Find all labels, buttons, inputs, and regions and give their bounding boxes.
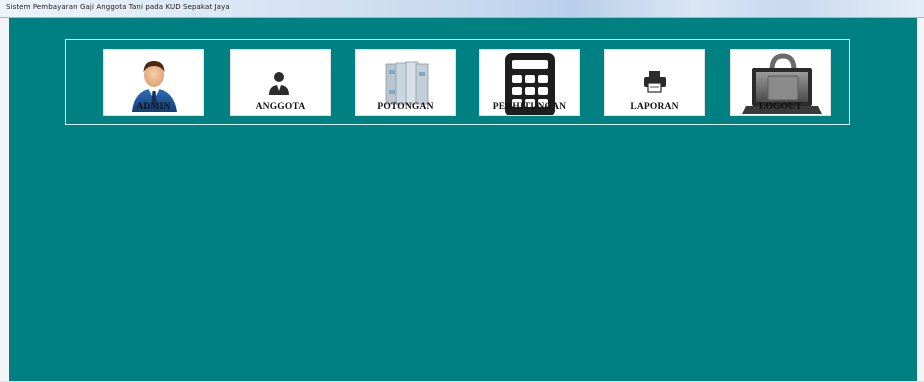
laporan-label: LAPORAN: [630, 102, 679, 112]
anggota-button[interactable]: ANGGOTA: [230, 49, 331, 116]
laporan-button[interactable]: LAPORAN: [604, 49, 705, 116]
anggota-label: ANGGOTA: [255, 102, 306, 112]
potongan-button[interactable]: POTONGAN: [355, 49, 456, 116]
logout-label: LOGOUT: [759, 102, 802, 112]
title-bar[interactable]: Sistem Pembayaran Gaji Anggota Tani pada…: [0, 0, 924, 18]
potongan-label: POTONGAN: [377, 102, 434, 112]
app-window: Sistem Pembayaran Gaji Anggota Tani pada…: [0, 0, 924, 382]
window-title: Sistem Pembayaran Gaji Anggota Tani pada…: [6, 3, 230, 11]
logout-button[interactable]: LOGOUT: [730, 49, 831, 116]
admin-button[interactable]: ADMIN: [103, 49, 204, 116]
menu-panel: ADMIN ANGGOTA POTONGAN PERHITUNGAN LAPOR…: [65, 39, 850, 125]
perhitungan-label: PERHITUNGAN: [492, 102, 567, 112]
main-area: ADMIN ANGGOTA POTONGAN PERHITUNGAN LAPOR…: [9, 18, 917, 381]
perhitungan-button[interactable]: PERHITUNGAN: [479, 49, 580, 116]
admin-label: ADMIN: [136, 102, 171, 112]
